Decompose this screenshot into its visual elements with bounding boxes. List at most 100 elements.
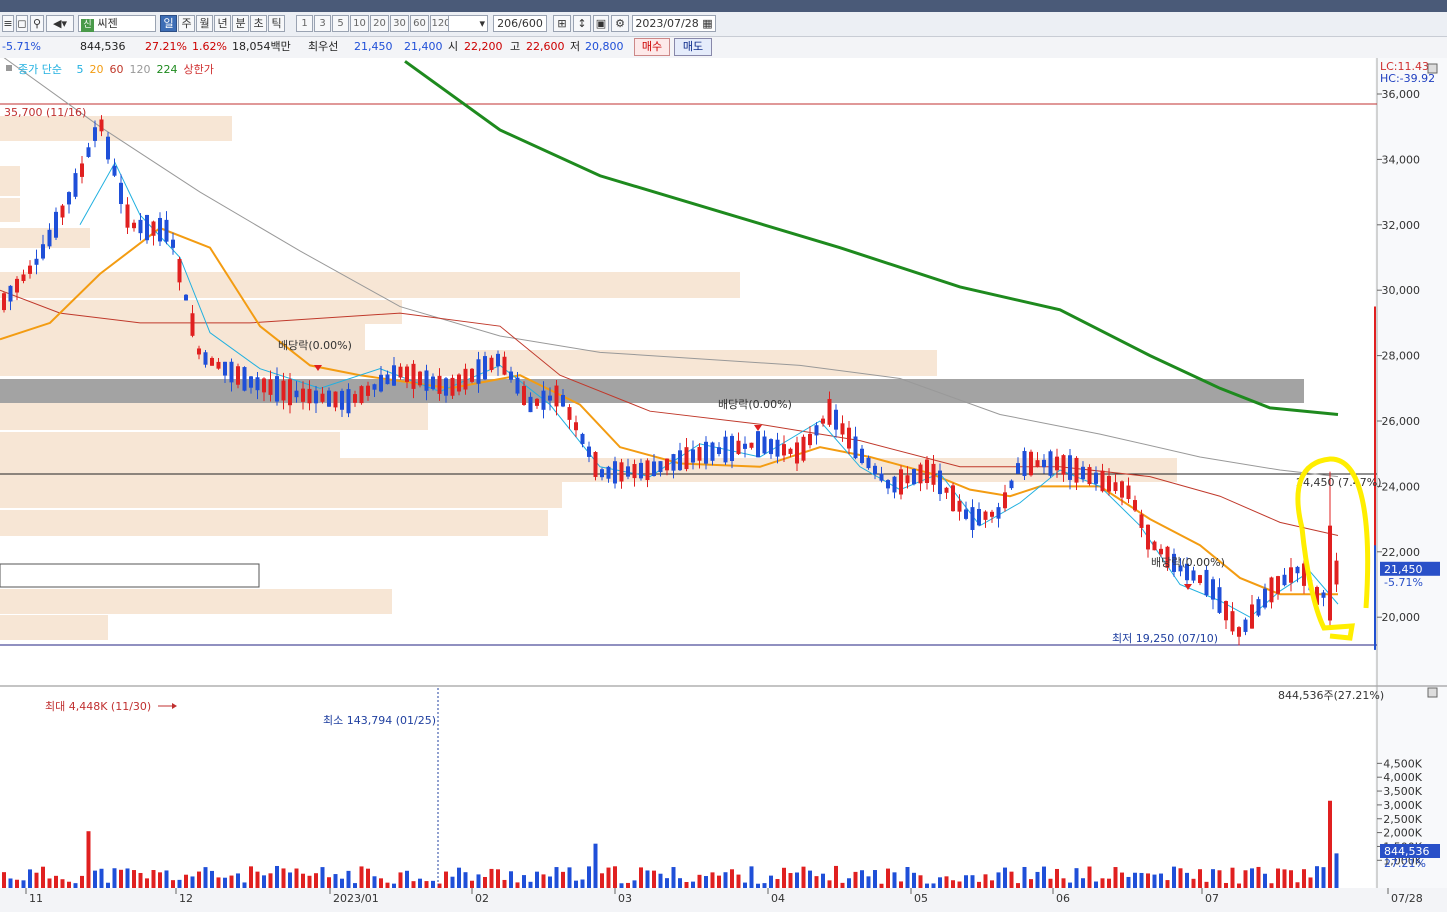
date-field[interactable]: 2023/07/28 ▦ [632, 15, 716, 32]
minute-20-button[interactable]: 20 [370, 15, 389, 32]
gear-icon[interactable]: ⚙ [611, 15, 629, 32]
candle-body [1224, 601, 1228, 621]
candle-body [769, 439, 773, 455]
volume-bar [1276, 868, 1280, 888]
volume-bar [1198, 869, 1202, 888]
candle-body [268, 379, 273, 395]
candle-body [93, 127, 97, 141]
volume-bar [554, 867, 559, 888]
candle-body [678, 450, 682, 471]
volume-bar [1282, 869, 1287, 888]
candle-body [801, 436, 806, 461]
candle-body [1035, 460, 1040, 467]
volume-bar [509, 871, 513, 888]
minute-10-button[interactable]: 10 [350, 15, 369, 32]
candle-body [106, 136, 110, 160]
minute-30-button[interactable]: 30 [390, 15, 409, 32]
volume-bar [177, 879, 182, 888]
candle-body [684, 447, 689, 470]
volume-bar [1081, 878, 1085, 888]
bar-count-field[interactable]: 206/600 [493, 15, 547, 32]
stock-chart[interactable]: 36,000 34,000 32,000 30,000 28,000 26,000 24,0… [0, 54, 1447, 912]
candle-body [41, 244, 45, 259]
volume-bar [847, 878, 851, 888]
volume-bar [1224, 882, 1228, 888]
candle-body [892, 476, 897, 493]
minute-60-button[interactable]: 60 [410, 15, 429, 32]
period-dropdown[interactable]: ▾ [448, 15, 488, 32]
period-5-button[interactable]: 초 [250, 15, 267, 32]
price-info-bar: -5.71% 844,536 27.21% 1.62% 18,054백만 최우선… [0, 37, 1447, 59]
save-icon[interactable]: ▣ [593, 15, 609, 32]
candle-body [990, 511, 994, 517]
volume-bar [1217, 870, 1222, 888]
candle-body [424, 370, 429, 391]
calendar-icon[interactable]: ▦ [702, 17, 712, 30]
candle-body [1230, 611, 1235, 632]
candle-body [1055, 456, 1059, 471]
candle-body [112, 165, 117, 176]
current-price-value: 21,450 [1384, 563, 1423, 576]
minute-5-button[interactable]: 5 [332, 15, 349, 32]
volume-bar [34, 872, 39, 888]
period-6-button[interactable]: 틱 [268, 15, 285, 32]
candle-body [1243, 619, 1248, 632]
candle-body [281, 380, 286, 401]
volume-bar [54, 875, 58, 888]
settings-grid-icon[interactable]: ⊞ [553, 15, 571, 32]
volume-bar [639, 867, 643, 888]
minute-1-button[interactable]: 1 [296, 15, 313, 32]
candle-body [866, 457, 871, 469]
menu-icon[interactable]: ≡ [2, 15, 14, 32]
price-tick-label: 26,000 [1382, 415, 1421, 428]
volume-bar [769, 875, 773, 888]
candle-body [795, 442, 799, 464]
period-2-button[interactable]: 월 [196, 15, 213, 32]
candle-body [827, 398, 832, 425]
price-tick-label: 36,000 [1382, 88, 1421, 101]
price-tick-label: 32,000 [1382, 219, 1421, 232]
volume-bar [1295, 882, 1300, 888]
volume-bar [93, 870, 97, 888]
volume-bar [957, 881, 962, 888]
volume-bar [424, 881, 429, 888]
tool-icon[interactable]: ↕ [573, 15, 591, 32]
ratio-value: 1.62% [192, 40, 227, 53]
volume-bar [795, 872, 799, 888]
candle-body [652, 461, 656, 477]
candle-body [853, 436, 858, 459]
sound-icon[interactable]: ◀▾ [46, 15, 74, 32]
x-tick-label: 2023/01 [333, 892, 379, 905]
volume-bar [697, 874, 702, 888]
stock-name-field[interactable]: 신 씨젠 [78, 15, 156, 32]
candle-body [151, 221, 156, 236]
buy-button[interactable]: 매수 [634, 38, 670, 56]
search-icon[interactable]: ⚲ [30, 15, 44, 32]
volume-bar [112, 868, 117, 888]
period-4-button[interactable]: 분 [232, 15, 249, 32]
volume-tick-label: 3,000K [1383, 799, 1422, 812]
candle-body [951, 485, 955, 512]
volume-bar [1107, 878, 1111, 888]
period-3-button[interactable]: 년 [214, 15, 231, 32]
candle-body [1094, 472, 1098, 484]
period-1-button[interactable]: 주 [178, 15, 195, 32]
volume-max-label: 최대 4,448K (11/30) [45, 700, 151, 713]
volume-bar [632, 880, 637, 888]
candle-body [463, 368, 468, 390]
candle-body [411, 363, 416, 389]
sell-button[interactable]: 매도 [674, 38, 712, 56]
legend-marker-icon [6, 65, 12, 71]
volume-current-label: 844,536주(27.21%) [1278, 689, 1384, 702]
volume-bar [86, 831, 91, 888]
volume-bar [307, 875, 312, 888]
price-pane-toggle-icon[interactable] [1427, 63, 1438, 74]
candle-body [1204, 569, 1209, 596]
chart-canvas[interactable]: 36,000 34,000 32,000 30,000 28,000 26,000 24,0… [0, 54, 1447, 912]
minute-3-button[interactable]: 3 [314, 15, 331, 32]
reset-icon[interactable]: ◻ [16, 15, 28, 32]
volume-bar [808, 870, 812, 888]
candle-body [632, 464, 637, 479]
period-0-button[interactable]: 일 [160, 15, 177, 32]
volume-pane-toggle-icon[interactable] [1427, 687, 1438, 698]
